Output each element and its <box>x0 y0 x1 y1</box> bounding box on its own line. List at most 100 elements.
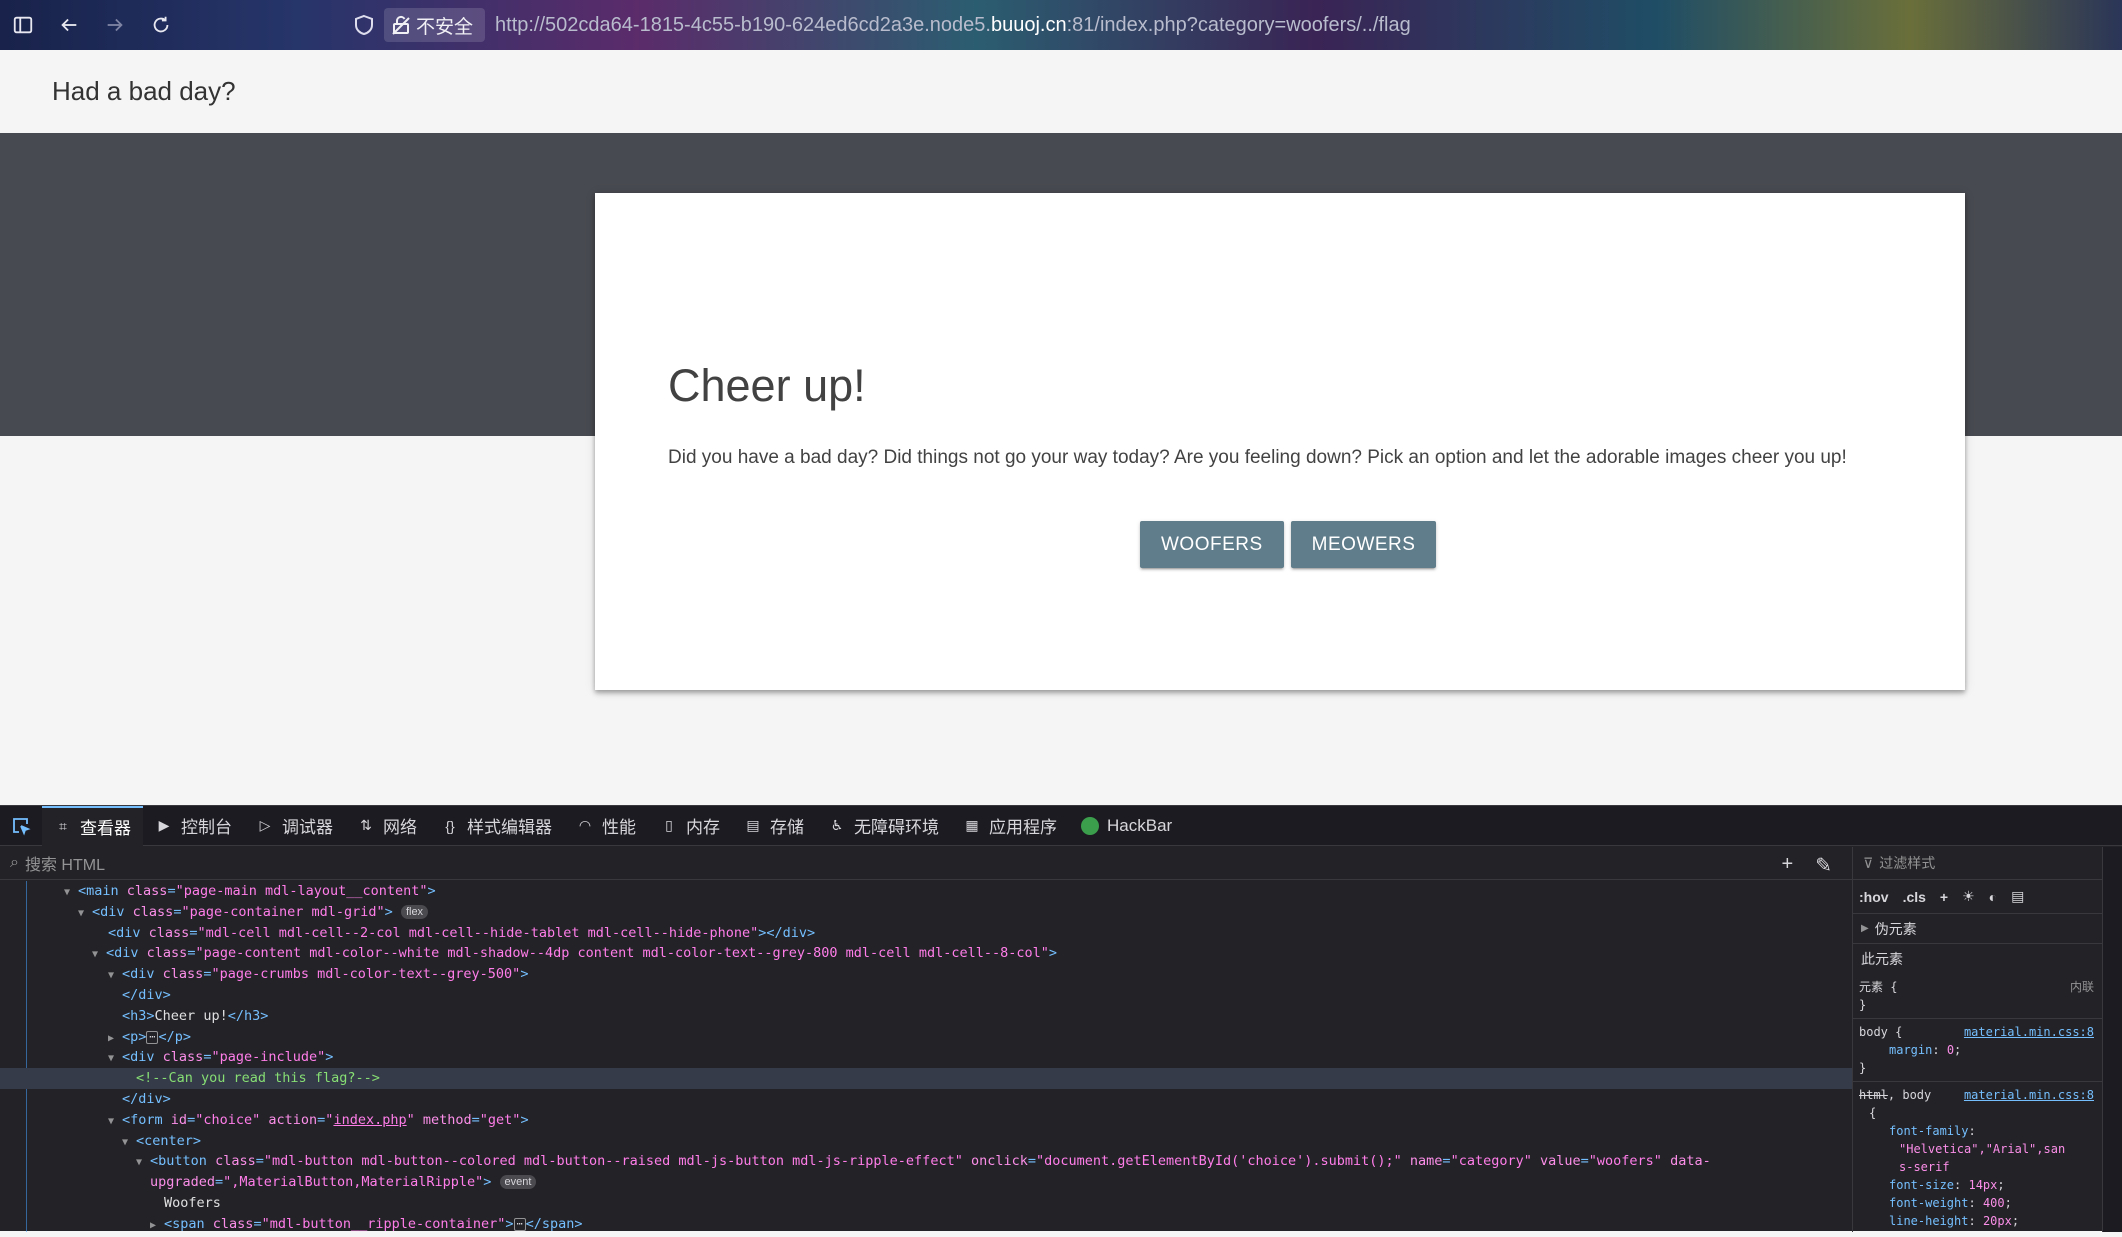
tab-style-editor[interactable]: {} 样式编辑器 <box>429 806 564 846</box>
tab-application[interactable]: ▦ 应用程序 <box>951 806 1069 846</box>
expand-arrow-icon[interactable]: ▼ <box>108 1112 122 1133</box>
expand-arrow-icon[interactable]: ▼ <box>108 966 122 987</box>
stylesheet-link[interactable]: material.min.css:8 <box>1964 1023 2094 1041</box>
tab-label: 样式编辑器 <box>467 818 552 837</box>
print-media-icon[interactable]: ▤ <box>2011 888 2024 905</box>
tab-hackbar[interactable]: HackBar <box>1069 806 1184 846</box>
tab-label: HackBar <box>1107 815 1173 835</box>
tab-memory[interactable]: ▯ 内存 <box>648 806 732 846</box>
dark-theme-icon[interactable]: ◐ <box>1989 889 1997 905</box>
tree-node[interactable]: ▶ <p> ⋯ </p> <box>0 1027 1852 1048</box>
tree-node[interactable]: ▼ <form id="choice" action="index.php" me… <box>0 1110 1852 1131</box>
debugger-icon: ▷ <box>259 817 271 833</box>
braces-icon: {} <box>445 817 455 834</box>
tree-node[interactable]: <h3>Cheer up!</h3> <box>0 1006 1852 1027</box>
action-link[interactable]: index.php <box>333 1112 406 1128</box>
tree-node[interactable]: ▼ <center> <box>0 1131 1852 1152</box>
browser-toolbar: 不安全 http://502cda64-1815-4c55-b190-624ed… <box>0 0 2122 50</box>
tree-node[interactable]: </div> <box>0 985 1852 1006</box>
expand-arrow-icon[interactable]: ▼ <box>92 945 106 966</box>
tree-node[interactable]: ▼ <button class="mdl-button mdl-button--c… <box>0 1151 1852 1172</box>
filter-styles-box[interactable]: ⊽ 过滤样式 <box>1853 847 2102 880</box>
body-selector: body <box>1859 1025 1888 1039</box>
shield-icon[interactable] <box>354 14 374 36</box>
tree-node[interactable]: <div class="mdl-cell mdl-cell--2-col mdl… <box>0 923 1852 944</box>
meowers-button[interactable]: MEOWERS <box>1290 521 1437 568</box>
tab-performance[interactable]: ◠ 性能 <box>564 806 648 846</box>
gauge-icon: ◠ <box>578 817 592 833</box>
hov-toggle[interactable]: :hov <box>1859 889 1889 905</box>
intro-paragraph: Did you have a bad day? Did things not g… <box>668 447 1847 468</box>
tab-network[interactable]: ⇅ 网络 <box>345 806 429 846</box>
tab-console[interactable]: ▶ 控制台 <box>143 806 244 846</box>
tree-node[interactable]: ▼ <main class="page-main mdl-layout__cont… <box>0 881 1852 902</box>
tree-node[interactable]: ▼ <div class="page-crumbs mdl-color-text-… <box>0 964 1852 985</box>
tab-debugger[interactable]: ▷ 调试器 <box>244 806 345 846</box>
search-placeholder: 搜索 HTML <box>24 857 105 874</box>
eyedropper-icon[interactable]: ✎ <box>1815 853 1832 878</box>
tree-node[interactable]: ▼ <div class="page-include"> <box>0 1047 1852 1068</box>
collapse-arrow-icon[interactable]: ▶ <box>150 1216 164 1237</box>
light-theme-icon[interactable]: ☀ <box>1962 888 1975 905</box>
grid-icon: ▦ <box>965 817 979 833</box>
expand-arrow-icon[interactable]: ▼ <box>78 904 92 925</box>
add-rule-icon[interactable]: + <box>1940 889 1948 905</box>
expand-arrow-icon[interactable]: ▼ <box>64 883 78 904</box>
woofers-button[interactable]: WOOFERS <box>1140 521 1284 568</box>
markup-actions: + ✎ <box>1782 853 1832 878</box>
html-selector: html <box>1859 1088 1888 1102</box>
address-bar[interactable]: 不安全 http://502cda64-1815-4c55-b190-624ed… <box>354 5 1411 45</box>
storage-icon: ▤ <box>746 817 760 833</box>
add-node-icon[interactable]: + <box>1782 853 1794 878</box>
sidebar-toggle-icon[interactable] <box>0 2 46 48</box>
expand-arrow-icon[interactable]: ▼ <box>136 1153 150 1174</box>
tree-node[interactable]: ▶ <span class="mdl-button__ripple-contain… <box>0 1214 1852 1235</box>
tab-label: 网络 <box>383 818 417 837</box>
expand-arrow-icon[interactable]: ▼ <box>108 1049 122 1070</box>
tab-storage[interactable]: ▤ 存储 <box>732 806 816 846</box>
element-rule-selector: 元素 <box>1859 980 1884 994</box>
rules-toolbar: :hov .cls + ☀ ◐ ▤ <box>1853 880 2102 914</box>
reload-icon[interactable] <box>138 2 184 48</box>
expand-arrow-icon[interactable]: ▼ <box>122 1133 136 1154</box>
html-search-box[interactable]: ⌕ 搜索 HTML <box>0 847 1852 880</box>
flex-badge[interactable]: flex <box>400 904 429 919</box>
tab-accessibility[interactable]: ♿ 无障碍环境 <box>816 806 951 846</box>
this-element-label: 此元素 <box>1861 951 1903 967</box>
tab-label: 无障碍环境 <box>854 818 939 837</box>
broken-lock-icon <box>392 15 410 35</box>
pseudo-elements-toggle[interactable]: ▶ 伪元素 <box>1853 914 2102 944</box>
body-rule[interactable]: body { material.min.css:8 margin: 0; } <box>1853 1019 2102 1082</box>
tree-node-selected[interactable]: <!--Can you read this flag?--> <box>0 1068 1852 1089</box>
inspector-icon: ⌗ <box>59 818 67 834</box>
ellipsis-icon[interactable]: ⋯ <box>513 1217 526 1231</box>
choice-form: WOOFERS MEOWERS <box>1140 521 1437 568</box>
stylesheet-link[interactable]: material.min.css:8 <box>1964 1086 2094 1104</box>
url-domain: buuoj.cn <box>990 13 1067 36</box>
element-rule[interactable]: 元素 { 内联 } <box>1853 974 2102 1019</box>
comment-node: <!--Can you read this flag?--> <box>136 1070 380 1087</box>
insecure-connection-badge[interactable]: 不安全 <box>384 8 486 42</box>
search-icon: ⌕ <box>10 854 19 871</box>
collapse-arrow-icon[interactable]: ▶ <box>108 1029 122 1050</box>
tree-node[interactable]: </div> <box>0 1089 1852 1110</box>
back-arrow-icon[interactable] <box>46 2 92 48</box>
devtools-panel: ⌗ 查看器 ▶ 控制台 ▷ 调试器 ⇅ 网络 {} 样式编辑器 ◠ 性能 ▯ 内存 ▤ 存储 ♿… <box>0 805 2122 1234</box>
tree-node[interactable]: ▼ <div class="page-container mdl-grid"> f… <box>0 902 1852 923</box>
forward-arrow-icon[interactable] <box>92 2 138 48</box>
cls-toggle[interactable]: .cls <box>1903 889 1926 905</box>
tab-inspector[interactable]: ⌗ 查看器 <box>42 805 143 846</box>
tree-node[interactable]: ▼ <div class="page-content mdl-color--whi… <box>0 943 1852 964</box>
page-header: Had a bad day? <box>0 50 2122 133</box>
ellipsis-icon[interactable]: ⋯ <box>146 1030 159 1044</box>
url-text[interactable]: http://502cda64-1815-4c55-b190-624ed6cd2… <box>495 14 1411 37</box>
tab-label: 查看器 <box>80 819 131 838</box>
html-body-rule[interactable]: html, body material.min.css:8 { font-fam… <box>1853 1082 2102 1234</box>
markup-view: ⌕ 搜索 HTML + ✎ ▼ <main class="page-main md… <box>0 847 1852 1232</box>
tree-node-continued[interactable]: upgraded=",MaterialButton,MaterialRipple… <box>0 1172 1852 1193</box>
tree-node[interactable]: Woofers <box>0 1193 1852 1214</box>
filter-icon: ⊽ <box>1863 854 1874 871</box>
element-picker-icon[interactable] <box>0 806 42 846</box>
insecure-label: 不安全 <box>416 16 474 38</box>
event-badge[interactable]: event <box>499 1175 537 1190</box>
